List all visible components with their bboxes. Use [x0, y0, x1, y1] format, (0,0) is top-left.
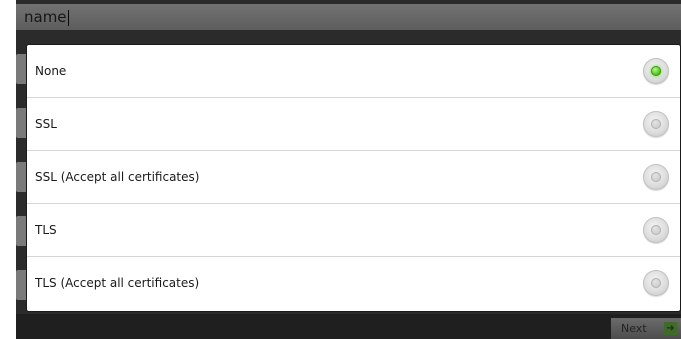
option-label: TLS (Accept all certificates) [35, 276, 200, 290]
option-label: TLS [35, 223, 57, 237]
next-button-label: Next [621, 322, 647, 335]
option-none[interactable]: None [27, 45, 680, 98]
option-label: SSL [35, 117, 57, 131]
radio-button[interactable] [643, 217, 669, 243]
radio-dot-icon [651, 278, 661, 288]
text-caret [67, 9, 69, 26]
option-label: None [35, 64, 67, 78]
username-field[interactable]: name [16, 4, 681, 30]
security-type-dialog: None SSL SSL (Accept all certificates) T… [27, 45, 680, 311]
next-button[interactable]: Next ➜ [611, 318, 681, 339]
option-label: SSL (Accept all certificates) [35, 170, 200, 184]
arrow-right-icon: ➜ [664, 322, 677, 335]
radio-dot-icon [651, 172, 661, 182]
radio-button[interactable] [643, 111, 669, 137]
option-tls[interactable]: TLS [27, 204, 680, 257]
radio-dot-icon [651, 225, 661, 235]
radio-dot-icon [651, 119, 661, 129]
bottom-bar [16, 314, 681, 339]
option-tls-accept-all[interactable]: TLS (Accept all certificates) [27, 257, 680, 311]
option-ssl-accept-all[interactable]: SSL (Accept all certificates) [27, 151, 680, 204]
option-ssl[interactable]: SSL [27, 98, 680, 151]
radio-button-selected[interactable] [643, 58, 669, 84]
username-field-value: name [24, 8, 67, 26]
radio-button[interactable] [643, 270, 669, 296]
radio-button[interactable] [643, 164, 669, 190]
radio-dot-icon [651, 66, 661, 76]
